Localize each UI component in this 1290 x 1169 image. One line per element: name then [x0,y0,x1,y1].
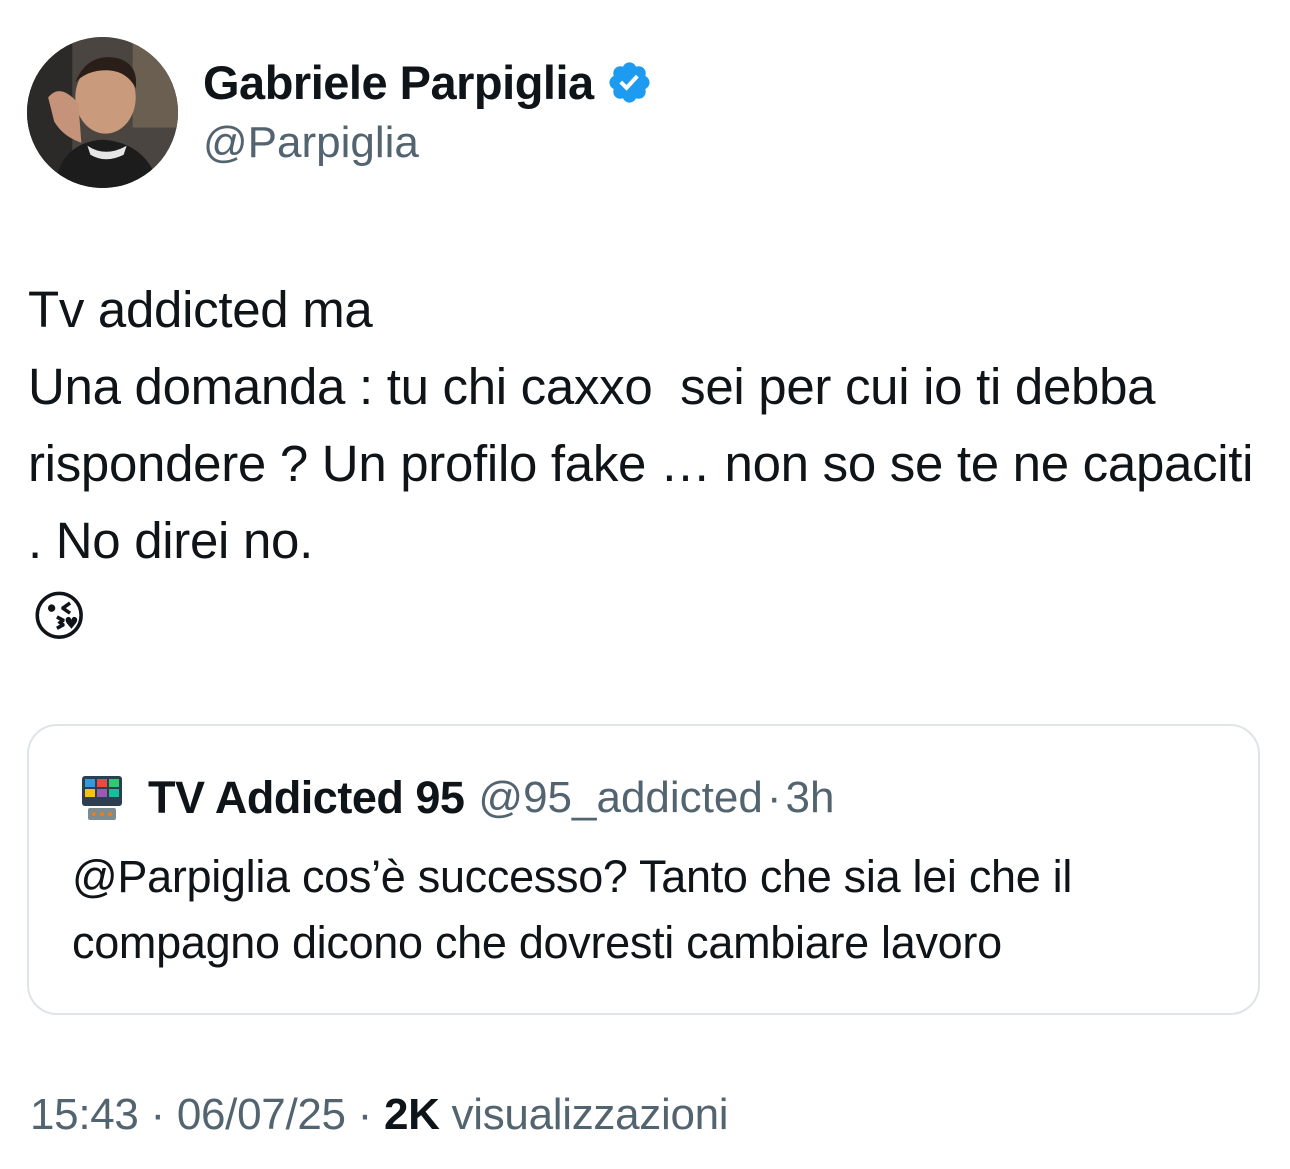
verified-badge-icon[interactable] [606,59,653,106]
tweet-date[interactable]: 06/07/25 [177,1090,346,1139]
author-handle[interactable]: @Parpiglia [203,118,419,168]
author-display-name[interactable]: Gabriele Parpiglia [203,55,594,110]
quoted-separator: · [766,773,782,822]
views-count[interactable]: 2K [384,1090,440,1139]
quoted-tweet-header: TV Addicted 95 @95_addicted · 3h [72,766,834,830]
meta-separator: · [357,1090,373,1139]
quoted-author-avatar[interactable] [72,768,132,828]
tweet-time[interactable]: 15:43 [30,1090,139,1139]
kiss-emoji: 😘 [31,587,88,647]
quoted-tweet-card[interactable]: TV Addicted 95 @95_addicted · 3h @Parpig… [27,724,1260,1015]
quoted-tweet-text: @Parpiglia cos’è successo? Tanto che sia… [72,851,1073,968]
quoted-author-handle[interactable]: @95_addicted [478,773,762,823]
tweet-meta: 15:43 · 06/07/25 · 2K visualizzazioni [30,1090,729,1140]
author-avatar[interactable] [27,37,178,188]
meta-separator: · [150,1090,166,1139]
views-label: visualizzazioni [451,1090,729,1139]
quoted-author-display-name[interactable]: TV Addicted 95 [148,772,465,824]
author-name-row[interactable]: Gabriele Parpiglia [203,52,653,112]
quoted-timestamp[interactable]: 3h [786,773,835,823]
tweet-text: Tv addicted ma Una domanda : tu chi caxx… [28,281,1254,569]
author-avatar-image [27,37,178,188]
